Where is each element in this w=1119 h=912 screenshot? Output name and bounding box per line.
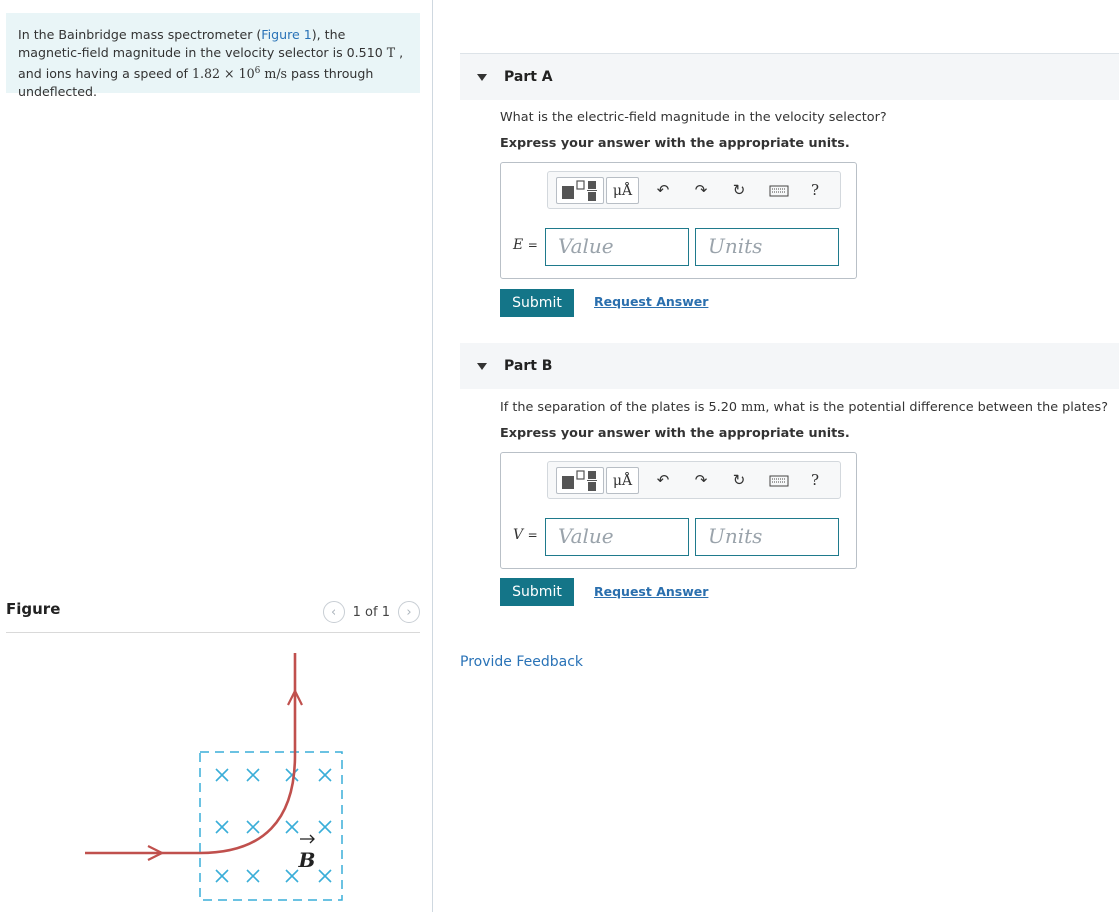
provide-feedback-link[interactable]: Provide Feedback	[460, 654, 583, 670]
value-input[interactable]: Value	[545, 228, 689, 266]
request-answer-link[interactable]: Request Answer	[594, 584, 708, 599]
problem-statement: In the Bainbridge mass spectrometer (Fig…	[6, 13, 420, 99]
left-panel: In the Bainbridge mass spectrometer (Fig…	[0, 0, 433, 912]
help-icon[interactable]: ?	[804, 177, 826, 204]
redo-icon[interactable]: ↷	[690, 177, 712, 204]
chevron-right-icon[interactable]: ›	[398, 601, 420, 623]
fraction-template-button[interactable]	[556, 467, 604, 494]
part-b-instruction: Express your answer with the appropriate…	[500, 426, 850, 441]
triangle-down-icon	[477, 362, 487, 370]
right-panel: Part A What is the electric-field magnit…	[434, 0, 1119, 912]
figure-header: Figure ‹ 1 of 1 ›	[6, 600, 420, 633]
part-b-answer-box: μÅ ↶ ↷ ↻ ? V = Value Units	[500, 452, 857, 569]
submit-button[interactable]: Submit	[500, 578, 574, 606]
part-a-toolbar: μÅ ↶ ↷ ↻ ?	[547, 171, 841, 209]
fraction-template-icon	[562, 180, 597, 201]
part-b-toolbar: μÅ ↶ ↷ ↻ ?	[547, 461, 841, 499]
units-input[interactable]: Units	[695, 518, 839, 556]
unit-tesla: T	[386, 45, 396, 60]
field-label: B	[298, 848, 316, 872]
part-b-question: If the separation of the plates is 5.20 …	[500, 400, 1109, 415]
fraction-template-icon	[562, 470, 597, 491]
part-a-variable: E =	[513, 237, 538, 253]
part-b-variable: V =	[513, 527, 538, 543]
chevron-left-icon[interactable]: ‹	[322, 601, 345, 623]
pager-text: 1 of 1	[352, 604, 390, 620]
figure-title: Figure	[6, 600, 61, 618]
part-a-label: Part A	[504, 69, 553, 85]
value-input[interactable]: Value	[545, 518, 689, 556]
units-input[interactable]: Units	[695, 228, 839, 266]
undo-icon[interactable]: ↶	[652, 177, 674, 204]
ion-path	[85, 653, 297, 855]
reset-icon[interactable]: ↻	[728, 467, 750, 494]
part-a-question: What is the electric-field magnitude in …	[500, 110, 887, 125]
problem-text: In the Bainbridge mass spectrometer (	[18, 27, 262, 42]
units-button[interactable]: μÅ	[606, 467, 639, 494]
part-a-instruction: Express your answer with the appropriate…	[500, 136, 850, 151]
part-b-label: Part B	[504, 358, 553, 374]
reset-icon[interactable]: ↻	[728, 177, 750, 204]
redo-icon[interactable]: ↷	[690, 467, 712, 494]
speed-value: 1.82 × 106 m/s	[192, 66, 288, 82]
fraction-template-button[interactable]	[556, 177, 604, 204]
part-a-header[interactable]: Part A	[460, 54, 1119, 100]
units-button[interactable]: μÅ	[606, 177, 639, 204]
part-b-header[interactable]: Part B	[460, 343, 1119, 389]
request-answer-link[interactable]: Request Answer	[594, 294, 708, 309]
undo-icon[interactable]: ↶	[652, 467, 674, 494]
vector-arrow-icon	[300, 834, 315, 844]
keyboard-icon[interactable]	[766, 467, 792, 494]
submit-button[interactable]: Submit	[500, 289, 574, 317]
spectrometer-figure: B	[85, 653, 343, 901]
figure-pager: ‹ 1 of 1 ›	[322, 601, 420, 623]
help-icon[interactable]: ?	[804, 467, 826, 494]
part-a-answer-box: μÅ ↶ ↷ ↻ ? E = Value Units	[500, 162, 857, 279]
figure-link[interactable]: Figure 1	[261, 27, 311, 42]
triangle-down-icon	[477, 73, 487, 81]
keyboard-icon[interactable]	[766, 177, 792, 204]
